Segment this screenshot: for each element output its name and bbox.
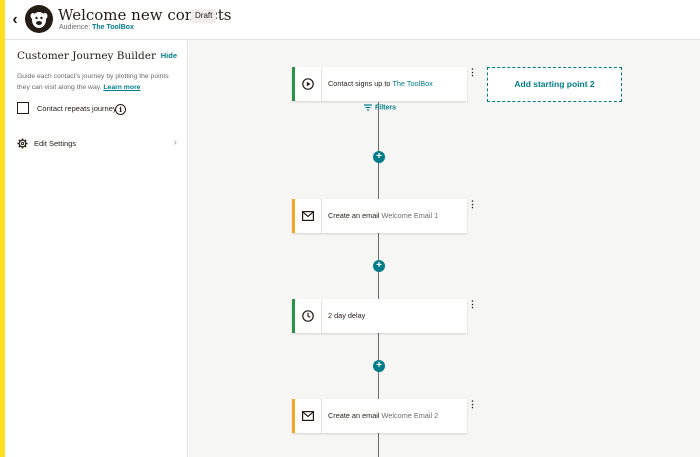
filters-label: Filters bbox=[375, 104, 397, 112]
audience-line: Audience: The ToolBox bbox=[59, 24, 134, 31]
trigger-prefix: Contact signs up to bbox=[328, 79, 393, 88]
sidebar-description-text: Guide each contact's journey by plotting… bbox=[17, 73, 169, 91]
delay-step-text: 2 day delay bbox=[328, 311, 366, 320]
journey-canvas[interactable]: Contact signs up to The ToolBox ⋮ Add st… bbox=[189, 40, 700, 457]
trigger-text: Contact signs up to The ToolBox bbox=[328, 79, 433, 88]
email-step-name: Welcome Email 1 bbox=[381, 211, 439, 220]
repeat-journey-label: Contact repeats journey bbox=[37, 104, 117, 113]
envelope-icon bbox=[302, 211, 314, 221]
edit-settings-row[interactable]: Edit Settings › bbox=[17, 137, 177, 151]
filters-link[interactable]: Filters bbox=[364, 104, 396, 111]
connector-line-tail bbox=[378, 439, 379, 457]
gear-icon bbox=[17, 138, 28, 149]
status-badge: Draft bbox=[191, 9, 217, 23]
trigger-audience: The ToolBox bbox=[392, 79, 433, 88]
sidebar: Customer Journey Builder Hide Guide each… bbox=[5, 40, 188, 457]
back-chevron-icon[interactable]: ‹ bbox=[8, 11, 22, 29]
email-step-card[interactable]: Create an email Welcome Email 2 ⋮ bbox=[292, 399, 477, 433]
email-step-prefix: Create an email bbox=[328, 411, 382, 420]
kebab-menu-icon[interactable]: ⋮ bbox=[468, 399, 477, 411]
edit-settings-label: Edit Settings bbox=[34, 139, 77, 148]
kebab-menu-icon[interactable]: ⋮ bbox=[468, 67, 477, 79]
learn-more-link[interactable]: Learn more bbox=[103, 84, 140, 91]
add-step-button[interactable]: + bbox=[373, 151, 385, 163]
kebab-menu-icon[interactable]: ⋮ bbox=[468, 199, 477, 211]
add-step-button[interactable]: + bbox=[373, 260, 385, 272]
add-starting-point-button[interactable]: Add starting point 2 bbox=[487, 67, 622, 102]
email-step-prefix: Create an email bbox=[328, 211, 382, 220]
chevron-right-icon: › bbox=[173, 137, 177, 148]
sidebar-description: Guide each contact's journey by plotting… bbox=[17, 72, 177, 93]
email-icon-box bbox=[295, 199, 322, 233]
email-step-text: Create an email Welcome Email 1 bbox=[328, 211, 438, 220]
delay-icon-box bbox=[295, 299, 322, 333]
envelope-icon bbox=[302, 411, 314, 421]
trigger-icon-box bbox=[295, 67, 322, 101]
email-icon-box bbox=[295, 399, 322, 433]
kebab-menu-icon[interactable]: ⋮ bbox=[468, 299, 477, 311]
email-step-card[interactable]: Create an email Welcome Email 1 ⋮ bbox=[292, 199, 477, 233]
audience-name[interactable]: The ToolBox bbox=[92, 24, 134, 31]
sidebar-title: Customer Journey Builder bbox=[17, 50, 156, 62]
audience-label: Audience: bbox=[59, 24, 91, 31]
add-step-button[interactable]: + bbox=[373, 360, 385, 372]
hide-sidebar-link[interactable]: Hide bbox=[161, 51, 177, 60]
email-step-text: Create an email Welcome Email 2 bbox=[328, 411, 438, 420]
info-icon[interactable]: i bbox=[115, 104, 126, 115]
filter-icon bbox=[364, 104, 372, 111]
email-step-name: Welcome Email 2 bbox=[381, 411, 439, 420]
header: ‹ Welcome new contacts Draft Audience: T… bbox=[5, 0, 700, 40]
play-icon bbox=[302, 78, 314, 90]
trigger-card[interactable]: Contact signs up to The ToolBox ⋮ bbox=[292, 67, 477, 101]
delay-step-card[interactable]: 2 day delay ⋮ bbox=[292, 299, 477, 333]
mailchimp-logo[interactable] bbox=[25, 5, 53, 33]
repeat-journey-checkbox[interactable] bbox=[17, 102, 29, 114]
clock-icon bbox=[302, 310, 314, 322]
